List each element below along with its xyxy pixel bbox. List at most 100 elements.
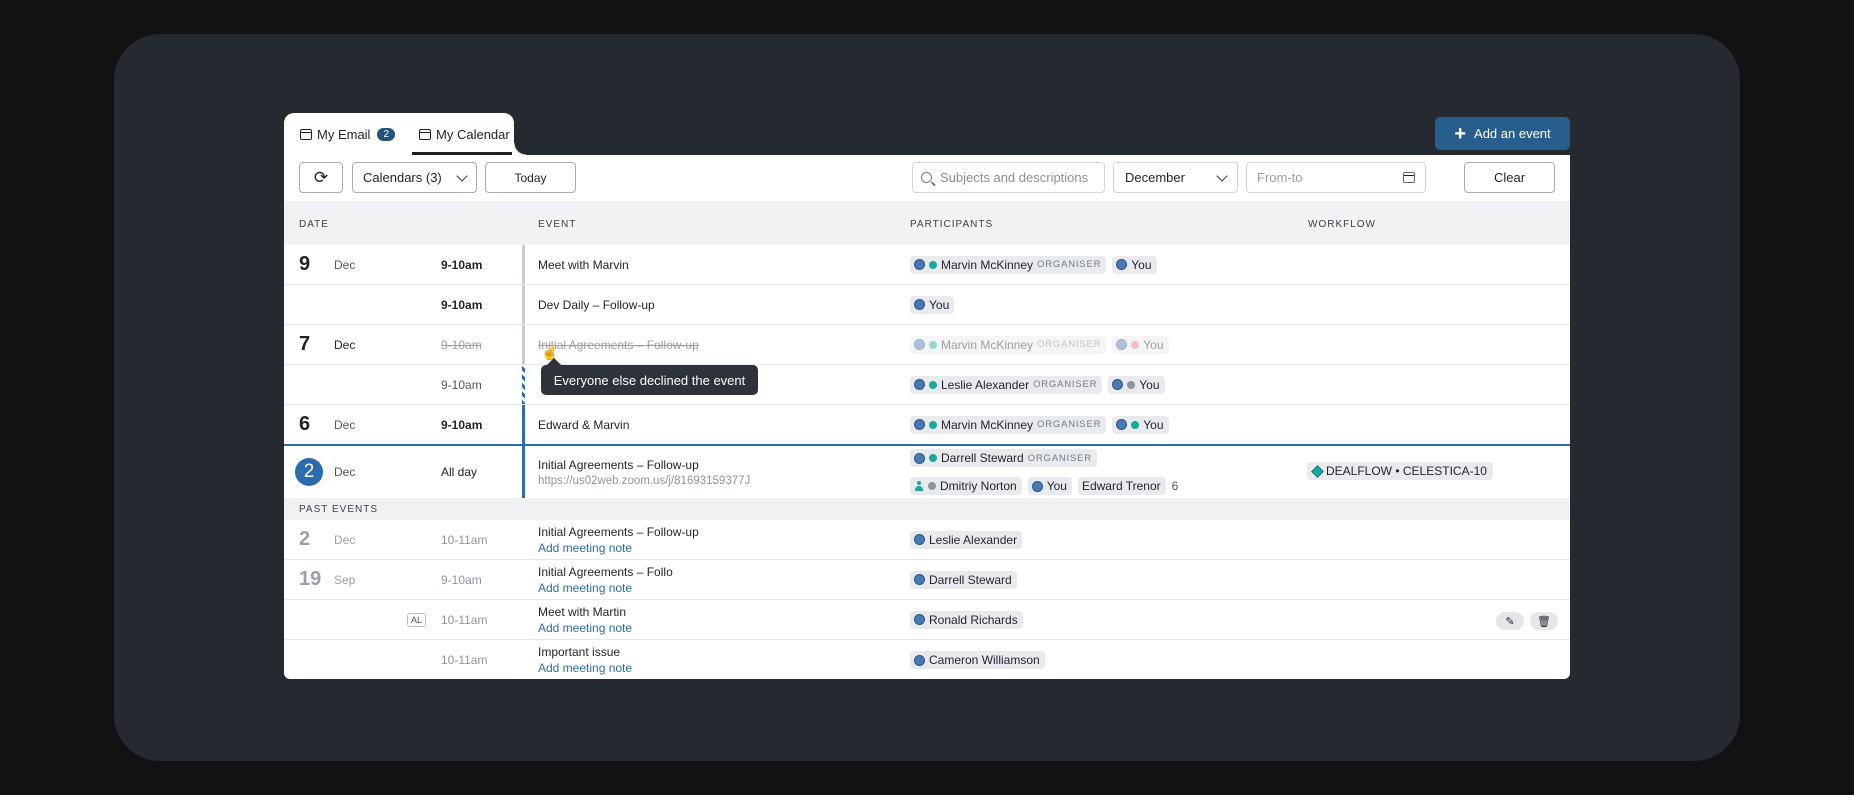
day-month: Dec [334,337,356,352]
day-month: Dec [334,532,356,547]
participant-chip[interactable]: Leslie Alexander ORGANISER [910,375,1103,394]
table-row[interactable]: 9 Dec 9-10am Meet with Marvin Marvin McK… [284,245,1570,285]
accepted-icon [929,420,937,429]
add-meeting-note-link[interactable]: Add meeting note [538,661,632,675]
participant-chip[interactable]: Marvin McKinney ORGANISER [910,255,1107,274]
role-label: ORGANISER [1027,452,1092,464]
workflow-label: DEALFLOW • CELESTICA-10 [1326,464,1487,478]
event-title: Meet with Martin [538,604,627,619]
calendars-dropdown[interactable]: Calendars (3) [352,162,477,193]
tab-my-calendar[interactable]: My Calendar [403,113,526,155]
search-input[interactable]: Subjects and descriptions [912,162,1105,193]
header-workflow: WORKFLOW [1308,219,1376,230]
participant-chip[interactable]: Marvin McKinney ORGANISER [910,415,1107,434]
participant-name: Marvin McKinney [941,257,1034,272]
workflow-chip[interactable]: DEALFLOW • CELESTICA-10 [1307,462,1493,480]
event-time: 9-10am [441,257,483,272]
table-row[interactable]: 7 Dec 9-10am Initial Agreements – Follow… [284,325,1570,365]
edit-button[interactable]: ✎ [1496,612,1524,630]
event-title: Initial Agreements – Follow-up [538,457,699,472]
month-value: December [1125,170,1185,185]
role-label: ORGANISER [1037,259,1102,270]
accepted-icon [929,454,937,462]
add-meeting-note-link[interactable]: Add meeting note [538,621,632,635]
table-row[interactable]: AL 10-11am Meet with Martin Add meeting … [284,600,1570,640]
table-row[interactable]: 2 Dec 10-11am Initial Agreements – Follo… [284,520,1570,560]
clear-button[interactable]: Clear [1464,162,1555,193]
participant-chip[interactable]: You [1112,335,1169,354]
avatar-icon [914,452,925,464]
search-placeholder: Subjects and descriptions [940,170,1089,185]
date-range-input[interactable]: From-to [1246,162,1426,193]
participants: Marvin McKinney ORGANISER You [910,245,1157,284]
delete-button[interactable]: 🗑 [1530,612,1558,630]
tentative-icon [1127,380,1136,389]
event-time: All day [441,465,478,479]
avatar-icon [914,574,925,585]
table-row[interactable]: 9-10am Dev Daily – Follow-up You [284,285,1570,325]
meeting-link[interactable]: https://us02web.zoom.us/j/81693159377J [538,475,750,487]
day-number: 9 [299,253,311,275]
participant-chip[interactable]: Marvin McKinney ORGANISER [910,335,1107,354]
participant-chip[interactable]: Ronald Richards [910,610,1023,629]
trash-icon: 🗑 [1537,615,1551,628]
table-row[interactable]: 10-11am Important issue Add meeting note… [284,640,1570,679]
avatar-icon [914,259,925,270]
day-month: Dec [334,257,356,272]
more-count[interactable]: 6 [1172,479,1179,493]
avatar-icon [914,299,925,310]
participant-name: You [1139,377,1160,392]
participant-chip[interactable]: You [1112,255,1157,274]
avatar-icon [1116,259,1128,270]
participant-chip[interactable]: Edward Trenor [1077,477,1166,495]
table-row[interactable]: 19 Sep 9-10am Initial Agreements – Follo… [284,560,1570,600]
add-meeting-note-link[interactable]: Add meeting note [538,541,632,555]
add-event-button[interactable]: + Add an event [1435,117,1570,150]
event-title: Meet with Marvin [538,257,629,272]
past-events-header: PAST EVENTS [284,498,1570,520]
event-title: Edward & Marvin [538,417,630,432]
tabs: My Email 2 My Calendar [284,113,526,155]
event-time: 9-10am [441,297,483,312]
month-select[interactable]: December [1113,162,1238,193]
participants: Marvin McKinney ORGANISER You [910,325,1169,364]
participant-name: Darrell Steward [941,451,1024,465]
unread-badge: 2 [377,127,396,141]
role-label: ORGANISER [1037,339,1102,350]
avatar-icon [1116,419,1128,430]
participant-name: You [1143,337,1164,352]
tab-my-email[interactable]: My Email 2 [284,113,403,155]
event-bar [522,285,525,324]
participant-chip[interactable]: You [910,295,955,314]
participant-chip[interactable]: Darrell Steward [910,570,1017,589]
participant-chip[interactable]: You [1027,477,1072,495]
participant-chip[interactable]: Dmitriy Norton [910,477,1022,495]
participant-chip[interactable]: You [1108,375,1165,394]
event-title: Initial Agreements – Follow-up [538,337,699,352]
participant-name: You [929,297,950,312]
participant-chip[interactable]: Darrell Steward ORGANISER [910,449,1097,467]
participant-name: Ronald Richards [929,612,1018,627]
date-range-placeholder: From-to [1257,170,1303,185]
avatar-icon [914,654,925,666]
refresh-button[interactable]: ⟳ [299,162,343,193]
clear-label: Clear [1493,170,1526,185]
event-cell: Dev Daily – Follow-up [538,285,655,324]
add-meeting-note-link[interactable]: Add meeting note [538,581,632,595]
table-row[interactable]: 9-10am Leslie Alexander ORGANISER You [284,365,1570,405]
declined-tooltip: Everyone else declined the event [541,365,758,395]
refresh-icon: ⟳ [313,167,329,187]
table-row[interactable]: 6 Dec 9-10am Edward & Marvin Marvin McKi… [284,405,1570,445]
participant-chip[interactable]: Cameron Williamson [910,651,1045,669]
event-cell: Meet with Marvin [538,245,629,284]
participant-chip[interactable]: You [1112,415,1169,434]
table-row[interactable]: 2 Dec All day Initial Agreements – Follo… [284,446,1570,498]
participants: Cameron Williamson [910,640,1045,679]
header-date: DATE [299,219,329,230]
participant-chip[interactable]: Leslie Alexander [910,530,1023,549]
day-number: 6 [299,413,311,435]
today-button[interactable]: Today [485,162,576,193]
event-time: 10-11am [441,612,488,627]
event-bar [522,245,525,284]
avatar-icon [914,534,925,545]
